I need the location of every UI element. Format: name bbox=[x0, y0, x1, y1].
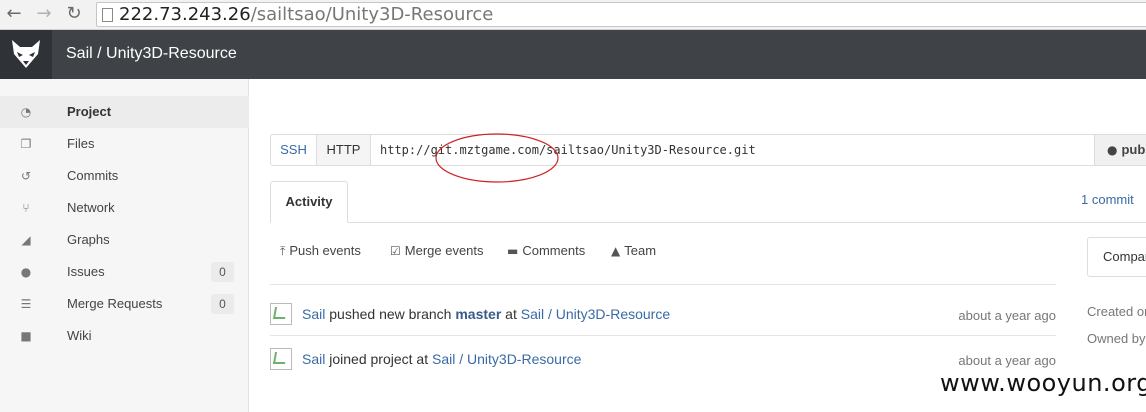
avatar[interactable] bbox=[270, 303, 292, 325]
upload-icon: ⤒ bbox=[280, 244, 286, 258]
filter-label: Comments bbox=[522, 243, 586, 258]
visibility-label: pub bbox=[1121, 142, 1146, 157]
page-icon bbox=[102, 8, 113, 22]
event-author-link[interactable]: Sail bbox=[302, 306, 325, 322]
sidebar-item-label: Issues bbox=[67, 264, 105, 279]
sidebar-item-files[interactable]: ❐ Files bbox=[0, 128, 249, 160]
event-row: Sail joined project at Sail / Unity3D-Re… bbox=[270, 348, 1056, 380]
sidebar-item-issues[interactable]: ● Issues 0 bbox=[0, 256, 249, 288]
sidebar-item-label: Files bbox=[67, 136, 95, 151]
filter-push-events[interactable]: ⤒ Push events bbox=[280, 243, 361, 259]
files-icon: ❐ bbox=[20, 137, 32, 151]
address-bar[interactable]: 222.73.243.26/sailtsao/Unity3D-Resource bbox=[96, 2, 1146, 27]
globe-icon: ● bbox=[1107, 143, 1118, 157]
event-preposition: at bbox=[505, 306, 517, 322]
filter-divider bbox=[270, 284, 1056, 285]
url-host: 222.73.243.26 bbox=[119, 4, 251, 25]
merge-requests-count-badge: 0 bbox=[211, 294, 234, 314]
dashboard-icon: ◔ bbox=[20, 105, 32, 119]
filter-label: Team bbox=[624, 243, 657, 258]
event-project-link[interactable]: Sail / Unity3D-Resource bbox=[521, 306, 670, 322]
sidebar-item-label: Network bbox=[67, 200, 115, 215]
event-text: Sail joined project at Sail / Unity3D-Re… bbox=[302, 351, 581, 367]
filter-label: Push events bbox=[289, 243, 361, 258]
issues-count-badge: 0 bbox=[211, 262, 234, 282]
fox-logo-icon bbox=[12, 40, 40, 68]
clone-url-input[interactable]: http://git.mztgame.com/sailtsao/Unity3D-… bbox=[380, 143, 756, 157]
sidebar-item-commits[interactable]: ↺ Commits bbox=[0, 160, 249, 192]
branch-icon: ⑂ bbox=[22, 201, 30, 215]
event-row: Sail pushed new branch master at Sail / … bbox=[270, 303, 1056, 335]
url-path: /sailtsao/Unity3D-Resource bbox=[250, 4, 494, 25]
sidebar-item-label: Merge Requests bbox=[67, 296, 163, 311]
sidebar-item-wiki[interactable]: ■ Wiki bbox=[0, 320, 249, 352]
filter-comments[interactable]: ▬ Comments bbox=[507, 243, 585, 258]
sidebar-item-label: Commits bbox=[67, 168, 119, 183]
clone-url-box: SSH HTTP http://git.mztgame.com/sailtsao… bbox=[270, 134, 1146, 166]
compare-button[interactable]: Compar bbox=[1087, 237, 1146, 277]
event-action: pushed new branch bbox=[329, 306, 452, 322]
event-time: about a year ago bbox=[958, 308, 1056, 323]
event-action: joined project bbox=[329, 351, 413, 367]
watermark: www.wooyun.org bbox=[940, 369, 1146, 397]
address-text[interactable]: 222.73.243.26/sailtsao/Unity3D-Resource bbox=[119, 4, 493, 26]
filter-label: Merge events bbox=[404, 243, 484, 258]
area-chart-icon: ◢ bbox=[21, 233, 31, 247]
back-icon[interactable]: ← bbox=[4, 4, 24, 24]
book-icon: ■ bbox=[20, 329, 32, 343]
ssh-button[interactable]: SSH bbox=[271, 135, 317, 165]
event-author-link[interactable]: Sail bbox=[302, 351, 325, 367]
project-title[interactable]: Sail / Unity3D-Resource bbox=[66, 45, 237, 63]
tab-activity[interactable]: Activity bbox=[270, 181, 348, 223]
commit-count-link[interactable]: 1 commit bbox=[1081, 192, 1134, 207]
tab-divider bbox=[270, 222, 1146, 223]
event-project-link[interactable]: Sail / Unity3D-Resource bbox=[432, 351, 581, 367]
comments-icon: ▬ bbox=[507, 244, 519, 258]
sidebar-item-label: Wiki bbox=[67, 328, 92, 343]
avatar[interactable] bbox=[270, 348, 292, 370]
created-on-text: Created or bbox=[1087, 304, 1146, 319]
owned-by-text: Owned by bbox=[1087, 331, 1146, 346]
gitlab-logo[interactable] bbox=[0, 30, 52, 79]
http-button[interactable]: HTTP bbox=[317, 135, 371, 165]
sidebar-item-graphs[interactable]: ◢ Graphs bbox=[0, 224, 249, 256]
history-icon: ↺ bbox=[20, 169, 32, 183]
sidebar-item-network[interactable]: ⑂ Network bbox=[0, 192, 249, 224]
check-square-icon: ☑ bbox=[390, 244, 401, 258]
sidebar-item-merge-requests[interactable]: ☰ Merge Requests 0 bbox=[0, 288, 249, 320]
sidebar-item-project[interactable]: ◔ Project bbox=[0, 96, 249, 128]
event-text: Sail pushed new branch master at Sail / … bbox=[302, 306, 670, 322]
forward-icon[interactable]: → bbox=[34, 4, 54, 24]
event-time: about a year ago bbox=[958, 353, 1056, 368]
reload-icon[interactable]: ↻ bbox=[64, 4, 84, 24]
sidebar-item-label: Graphs bbox=[67, 232, 110, 247]
list-icon: ☰ bbox=[20, 297, 32, 311]
branch-link[interactable]: master bbox=[455, 306, 501, 322]
visibility-button[interactable]: ● pub bbox=[1094, 135, 1146, 165]
exclamation-icon: ● bbox=[20, 265, 32, 279]
project-sidebar: ◔ Project ❐ Files ↺ Commits ⑂ Network ◢ … bbox=[0, 79, 249, 412]
filter-team[interactable]: ▲ Team bbox=[611, 243, 656, 258]
filter-merge-events[interactable]: ☑ Merge events bbox=[390, 243, 484, 258]
sidebar-item-label: Project bbox=[67, 104, 112, 119]
event-divider bbox=[270, 335, 1056, 336]
browser-toolbar: ← → ↻ 222.73.243.26/sailtsao/Unity3D-Res… bbox=[0, 0, 1146, 30]
event-preposition: at bbox=[416, 351, 429, 367]
top-header: Sail / Unity3D-Resource bbox=[0, 30, 1146, 79]
user-icon: ▲ bbox=[611, 244, 621, 258]
